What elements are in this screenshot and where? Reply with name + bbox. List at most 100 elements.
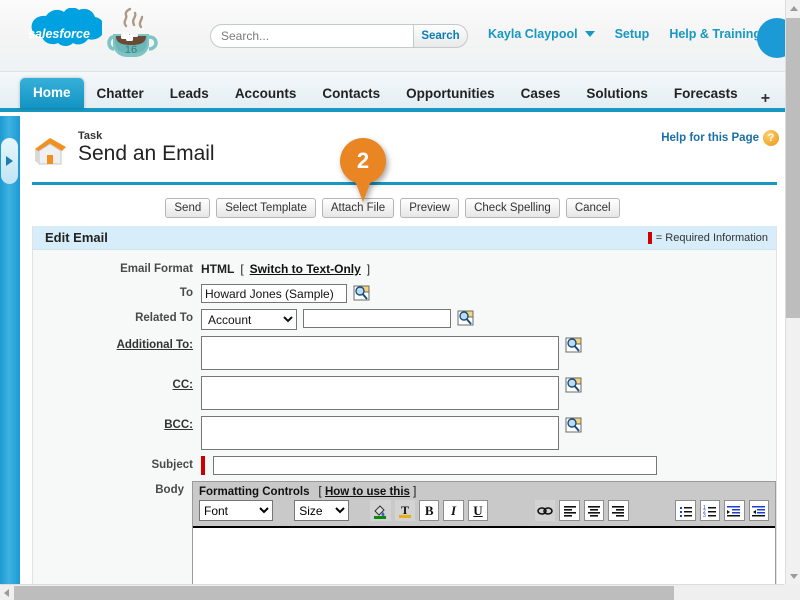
related-to-lookup-icon[interactable]	[457, 310, 474, 326]
to-lookup-icon[interactable]	[353, 285, 370, 301]
navigation-tab-bar: Home Chatter Leads Accounts Contacts Opp…	[0, 72, 800, 112]
setup-link[interactable]: Setup	[615, 27, 650, 41]
formatting-controls-title: Formatting Controls	[199, 486, 310, 498]
cc-textarea[interactable]	[201, 376, 559, 410]
tab-forecasts[interactable]: Forecasts	[661, 80, 751, 108]
tab-chatter[interactable]: Chatter	[84, 80, 157, 108]
tab-opportunities[interactable]: Opportunities	[393, 80, 508, 108]
select-template-button[interactable]: Select Template	[216, 198, 316, 218]
to-input[interactable]	[201, 284, 347, 303]
additional-to-value	[201, 336, 582, 370]
required-info-text: = Required Information	[655, 231, 768, 244]
user-menu[interactable]: Kayla Claypool	[488, 27, 595, 41]
horizontal-scrollbar-thumb[interactable]	[14, 586, 674, 600]
global-header: salesforce 16 Search... Search Kayla Cla…	[0, 0, 797, 72]
tab-leads[interactable]: Leads	[157, 80, 222, 108]
numbered-list-icon[interactable]: 123	[699, 500, 721, 521]
page-title: Send an Email	[78, 142, 215, 165]
outdent-icon[interactable]	[748, 500, 769, 521]
cancel-button[interactable]: Cancel	[565, 198, 620, 218]
to-label: To	[179, 287, 193, 299]
howto-bracket-close: ]	[413, 486, 417, 498]
vertical-scrollbar-thumb[interactable]	[786, 18, 800, 318]
page-title-block: Task Send an Email	[78, 128, 215, 166]
related-to-select[interactable]: Account	[201, 309, 297, 330]
vertical-scrollbar[interactable]	[785, 0, 800, 585]
help-question-icon[interactable]: ?	[763, 130, 779, 146]
svg-text:T: T	[401, 503, 409, 517]
scroll-left-arrow-icon[interactable]	[4, 589, 9, 597]
field-row-email-format: Email Format HTML [ Switch to Text-Only …	[33, 260, 776, 278]
logo-wordmark: salesforce	[28, 27, 90, 41]
bcc-lookup-icon[interactable]	[565, 417, 582, 433]
page-content: Task Send an Email Help for this Page ? …	[20, 116, 785, 600]
callout-tail	[354, 178, 372, 202]
sidebar-rail	[0, 116, 20, 584]
switch-to-text-only-link[interactable]: Switch to Text-Only	[250, 260, 361, 278]
align-left-icon[interactable]	[559, 500, 580, 521]
check-spelling-button[interactable]: Check Spelling	[465, 198, 560, 218]
salesforce-app-window: salesforce 16 Search... Search Kayla Cla…	[0, 0, 800, 600]
send-button[interactable]: Send	[165, 198, 211, 218]
scroll-up-arrow-icon[interactable]	[790, 6, 798, 11]
chevron-right-icon	[6, 156, 13, 166]
cc-label: CC:	[33, 376, 201, 394]
additional-to-lookup-icon[interactable]	[565, 337, 582, 353]
related-to-input[interactable]	[303, 309, 451, 328]
bracket-open: [	[240, 262, 244, 276]
tab-contacts[interactable]: Contacts	[309, 80, 393, 108]
subject-label: Subject	[151, 459, 193, 471]
font-size-select[interactable]: Size	[294, 500, 349, 521]
search-button[interactable]: Search	[413, 24, 468, 48]
edit-email-panel: Edit Email = Required Information Email …	[32, 226, 777, 600]
tab-list: Home Chatter Leads Accounts Contacts Opp…	[20, 72, 800, 108]
horizontal-scrollbar[interactable]	[0, 584, 800, 600]
salesforce-logo[interactable]: salesforce	[16, 8, 102, 60]
font-color-icon[interactable]: T	[394, 500, 415, 521]
bold-icon[interactable]: B	[418, 500, 440, 521]
email-format-value: HTML [ Switch to Text-Only ]	[201, 260, 370, 278]
subject-value	[201, 456, 657, 475]
panel-header: Edit Email = Required Information	[33, 226, 776, 250]
cc-label-text[interactable]: CC:	[173, 379, 193, 391]
add-tab-button[interactable]: +	[751, 90, 780, 108]
subject-input[interactable]	[213, 456, 657, 475]
tab-accounts[interactable]: Accounts	[222, 80, 310, 108]
action-button-row: Send Select Template Attach File Preview…	[20, 198, 765, 218]
underline-icon[interactable]: U	[467, 500, 489, 521]
insert-link-icon[interactable]	[534, 500, 556, 521]
additional-to-label: Additional To:	[33, 336, 201, 354]
to-value	[201, 284, 370, 303]
help-training-link[interactable]: Help & Training	[669, 27, 761, 41]
background-color-icon[interactable]	[370, 500, 391, 521]
tab-solutions[interactable]: Solutions	[573, 80, 661, 108]
how-to-use-this-link[interactable]: How to use this	[325, 486, 410, 498]
svg-text:3: 3	[703, 513, 706, 517]
font-family-select[interactable]: Font	[199, 500, 273, 521]
cc-lookup-icon[interactable]	[565, 377, 582, 393]
preview-button[interactable]: Preview	[400, 198, 460, 218]
additional-to-textarea[interactable]	[201, 336, 559, 370]
search-input[interactable]	[210, 24, 413, 48]
email-form: Email Format HTML [ Switch to Text-Only …	[33, 250, 776, 597]
field-row-subject: Subject	[33, 456, 776, 475]
release-number: 16	[125, 44, 137, 56]
indent-icon[interactable]	[724, 500, 745, 521]
align-center-icon[interactable]	[583, 500, 605, 521]
additional-to-label-text[interactable]: Additional To:	[117, 339, 193, 351]
help-for-this-page-link[interactable]: Help for this Page	[661, 132, 759, 144]
bcc-textarea[interactable]	[201, 416, 559, 450]
italic-icon[interactable]: I	[443, 500, 464, 521]
tab-home[interactable]: Home	[20, 78, 84, 108]
bcc-label-text[interactable]: BCC:	[164, 419, 193, 431]
field-row-additional-to: Additional To:	[33, 336, 776, 370]
tab-cases[interactable]: Cases	[508, 80, 574, 108]
user-name-label: Kayla Claypool	[487, 27, 578, 41]
page-kicker: Task	[78, 130, 103, 142]
scroll-down-arrow-icon[interactable]	[790, 574, 798, 579]
bulleted-list-icon[interactable]	[675, 500, 696, 521]
scrollbar-corner	[784, 584, 800, 600]
callout-badge-2: 2	[340, 138, 386, 202]
align-right-icon[interactable]	[608, 500, 629, 521]
body-label: Body	[155, 484, 184, 496]
